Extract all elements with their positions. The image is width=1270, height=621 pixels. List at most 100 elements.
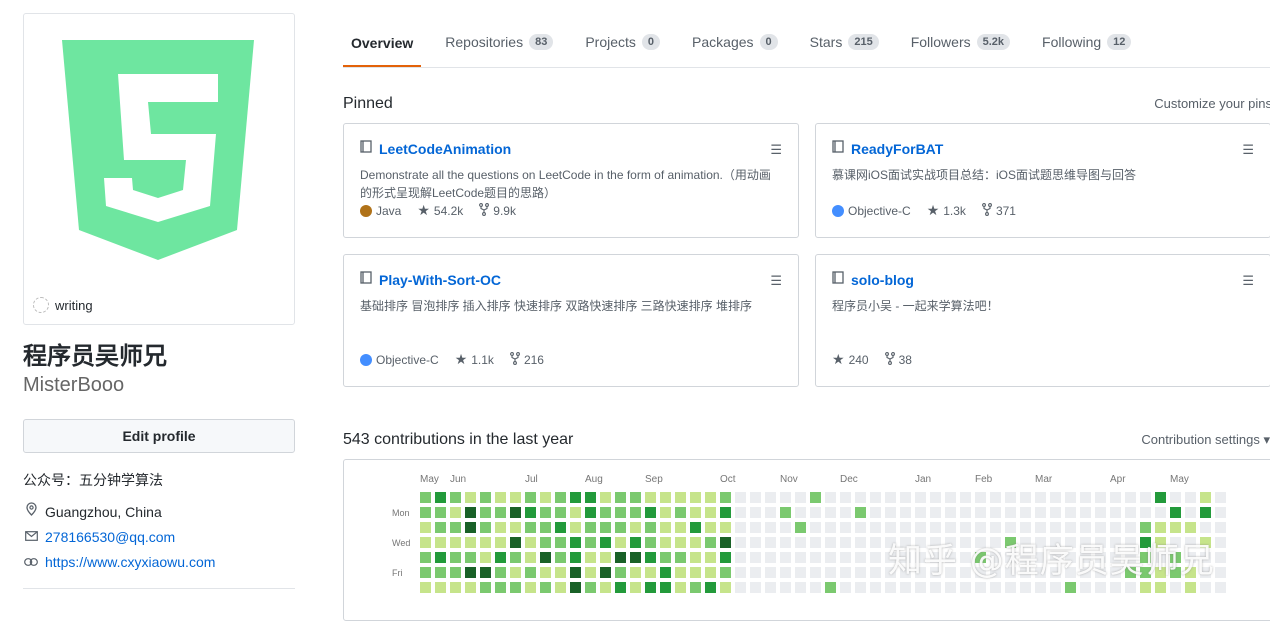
contribution-day[interactable] bbox=[825, 552, 836, 563]
contribution-day[interactable] bbox=[705, 567, 716, 578]
contribution-day[interactable] bbox=[615, 537, 626, 548]
drag-handle-icon[interactable]: ☰ bbox=[770, 142, 782, 158]
contribution-day[interactable] bbox=[540, 537, 551, 548]
contribution-day[interactable] bbox=[870, 522, 881, 533]
contribution-day[interactable] bbox=[945, 582, 956, 593]
contribution-day[interactable] bbox=[600, 522, 611, 533]
contribution-day[interactable] bbox=[705, 552, 716, 563]
contribution-day[interactable] bbox=[840, 552, 851, 563]
contribution-day[interactable] bbox=[540, 552, 551, 563]
contribution-day[interactable] bbox=[480, 582, 491, 593]
contribution-day[interactable] bbox=[915, 492, 926, 503]
contribution-day[interactable] bbox=[570, 537, 581, 548]
contribution-day[interactable] bbox=[1185, 582, 1196, 593]
contribution-day[interactable] bbox=[540, 507, 551, 518]
contribution-day[interactable] bbox=[615, 582, 626, 593]
contribution-day[interactable] bbox=[765, 552, 776, 563]
contribution-day[interactable] bbox=[810, 522, 821, 533]
contribution-day[interactable] bbox=[840, 567, 851, 578]
contribution-day[interactable] bbox=[750, 522, 761, 533]
contribution-day[interactable] bbox=[840, 507, 851, 518]
contribution-day[interactable] bbox=[615, 567, 626, 578]
contribution-day[interactable] bbox=[1005, 522, 1016, 533]
contribution-day[interactable] bbox=[1020, 507, 1031, 518]
contribution-day[interactable] bbox=[915, 522, 926, 533]
contribution-day[interactable] bbox=[765, 582, 776, 593]
repo-forks[interactable]: 38 bbox=[885, 352, 912, 368]
contribution-day[interactable] bbox=[1215, 582, 1226, 593]
contribution-day[interactable] bbox=[675, 582, 686, 593]
contribution-day[interactable] bbox=[855, 537, 866, 548]
contribution-day[interactable] bbox=[735, 552, 746, 563]
contribution-day[interactable] bbox=[1065, 582, 1076, 593]
contribution-day[interactable] bbox=[975, 507, 986, 518]
contribution-day[interactable] bbox=[480, 567, 491, 578]
contribution-day[interactable] bbox=[1110, 492, 1121, 503]
contribution-day[interactable] bbox=[840, 582, 851, 593]
contribution-day[interactable] bbox=[750, 582, 761, 593]
contribution-day[interactable] bbox=[420, 522, 431, 533]
contribution-day[interactable] bbox=[585, 567, 596, 578]
contribution-day[interactable] bbox=[960, 582, 971, 593]
contribution-day[interactable] bbox=[825, 567, 836, 578]
contribution-day[interactable] bbox=[615, 507, 626, 518]
contribution-day[interactable] bbox=[600, 567, 611, 578]
contribution-day[interactable] bbox=[1200, 522, 1211, 533]
contribution-day[interactable] bbox=[900, 582, 911, 593]
contribution-day[interactable] bbox=[585, 537, 596, 548]
contribution-day[interactable] bbox=[1050, 522, 1061, 533]
contribution-day[interactable] bbox=[585, 582, 596, 593]
contribution-settings-dropdown[interactable]: Contribution settings ▾ bbox=[1141, 432, 1270, 448]
contribution-day[interactable] bbox=[675, 567, 686, 578]
contribution-day[interactable] bbox=[525, 552, 536, 563]
contribution-day[interactable] bbox=[570, 552, 581, 563]
contribution-day[interactable] bbox=[525, 537, 536, 548]
contribution-day[interactable] bbox=[690, 522, 701, 533]
contribution-day[interactable] bbox=[765, 507, 776, 518]
contribution-day[interactable] bbox=[1065, 522, 1076, 533]
contribution-day[interactable] bbox=[450, 582, 461, 593]
contribution-day[interactable] bbox=[615, 522, 626, 533]
contribution-day[interactable] bbox=[705, 537, 716, 548]
contribution-day[interactable] bbox=[450, 552, 461, 563]
contribution-day[interactable] bbox=[975, 522, 986, 533]
contribution-day[interactable] bbox=[540, 582, 551, 593]
contribution-day[interactable] bbox=[840, 492, 851, 503]
drag-handle-icon[interactable]: ☰ bbox=[1242, 142, 1254, 158]
contribution-day[interactable] bbox=[900, 522, 911, 533]
contribution-day[interactable] bbox=[480, 537, 491, 548]
contribution-day[interactable] bbox=[720, 567, 731, 578]
contribution-day[interactable] bbox=[1155, 522, 1166, 533]
contribution-day[interactable] bbox=[690, 582, 701, 593]
contribution-day[interactable] bbox=[900, 492, 911, 503]
contribution-day[interactable] bbox=[1140, 582, 1151, 593]
contribution-day[interactable] bbox=[945, 507, 956, 518]
contribution-day[interactable] bbox=[855, 552, 866, 563]
contribution-day[interactable] bbox=[540, 567, 551, 578]
contribution-day[interactable] bbox=[510, 492, 521, 503]
contribution-day[interactable] bbox=[1020, 582, 1031, 593]
contribution-day[interactable] bbox=[465, 492, 476, 503]
contribution-day[interactable] bbox=[855, 567, 866, 578]
contribution-day[interactable] bbox=[435, 492, 446, 503]
contribution-day[interactable] bbox=[870, 582, 881, 593]
repo-name-link[interactable]: solo-blog bbox=[851, 272, 914, 288]
contribution-day[interactable] bbox=[945, 492, 956, 503]
contribution-day[interactable] bbox=[525, 522, 536, 533]
contribution-day[interactable] bbox=[510, 537, 521, 548]
contribution-day[interactable] bbox=[660, 582, 671, 593]
contribution-day[interactable] bbox=[705, 492, 716, 503]
contribution-day[interactable] bbox=[555, 552, 566, 563]
contribution-day[interactable] bbox=[525, 507, 536, 518]
contribution-day[interactable] bbox=[1215, 537, 1226, 548]
tab-overview[interactable]: Overview bbox=[343, 37, 421, 67]
contribution-day[interactable] bbox=[585, 492, 596, 503]
contribution-day[interactable] bbox=[420, 552, 431, 563]
contribution-day[interactable] bbox=[1215, 567, 1226, 578]
contribution-day[interactable] bbox=[720, 582, 731, 593]
contribution-day[interactable] bbox=[435, 507, 446, 518]
contribution-day[interactable] bbox=[1185, 507, 1196, 518]
contribution-day[interactable] bbox=[930, 582, 941, 593]
contribution-day[interactable] bbox=[495, 552, 506, 563]
contribution-day[interactable] bbox=[615, 492, 626, 503]
